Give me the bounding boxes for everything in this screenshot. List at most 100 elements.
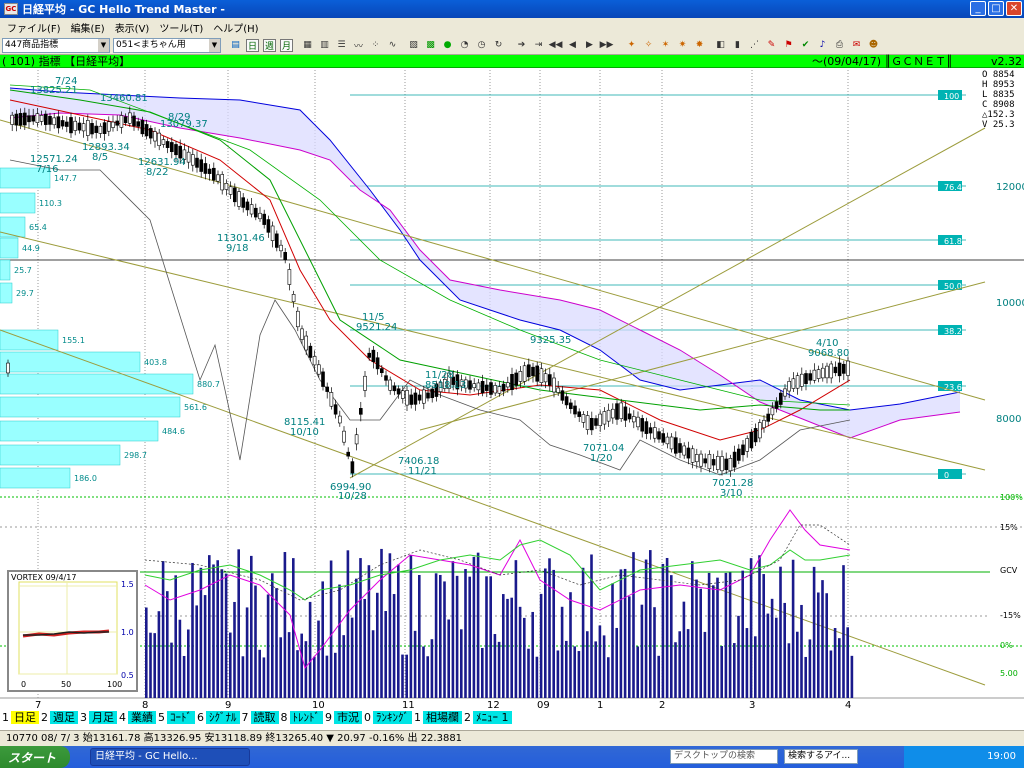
print-icon[interactable]: ⎙: [833, 39, 846, 52]
candle-body: [233, 187, 237, 203]
chevron-down-icon[interactable]: ▼: [98, 38, 109, 52]
fkey-1[interactable]: 2 週足: [39, 711, 78, 724]
volume-bar: [808, 639, 812, 698]
globe-icon[interactable]: ●: [441, 39, 454, 52]
volume-bar: [266, 594, 270, 698]
ohlc-close: C 8908: [982, 100, 1015, 110]
minimize-button[interactable]: _: [970, 1, 986, 16]
volume-bar: [208, 555, 211, 698]
period-monthly-button[interactable]: 月: [280, 38, 293, 52]
fkey-10[interactable]: 1 相場欄: [412, 711, 462, 724]
bars-icon[interactable]: ▮: [731, 39, 744, 52]
month-label: 2: [659, 700, 665, 708]
book-icon[interactable]: ▦: [301, 39, 314, 52]
volume-bar: [145, 607, 148, 698]
last-icon[interactable]: ▶▶: [600, 39, 614, 52]
maximize-button[interactable]: □: [988, 1, 1004, 16]
gauge-icon[interactable]: ◔: [458, 39, 471, 52]
magic-icon[interactable]: ✦: [625, 39, 638, 52]
candle-body: [254, 207, 258, 218]
fib-level-tag: [938, 469, 962, 479]
start-button[interactable]: スタート: [0, 746, 70, 768]
pin-icon[interactable]: ✎: [765, 39, 778, 52]
arrow-right-icon[interactable]: ➔: [515, 39, 528, 52]
candle-body: [631, 416, 636, 423]
doc-icon[interactable]: ▧: [407, 39, 420, 52]
line-chart-icon[interactable]: 〰: [352, 39, 365, 52]
menu-view[interactable]: 表示(V): [110, 20, 155, 35]
menu-edit[interactable]: 編集(E): [66, 20, 110, 35]
star-icon[interactable]: ✧: [642, 39, 655, 52]
table-icon[interactable]: ▥: [318, 39, 331, 52]
taskbar-app-button[interactable]: 日経平均 - GC Hello...: [90, 748, 250, 766]
flag-icon[interactable]: ⚑: [782, 39, 795, 52]
volume-bar: [338, 584, 341, 698]
list-icon[interactable]: ☰: [335, 39, 348, 52]
month-label: 9: [225, 700, 231, 708]
vortex-panel[interactable]: VORTEX 09/4/17 1.5 1.0 0.5 0 50 100: [7, 570, 138, 692]
fkey-label: 日足: [11, 711, 39, 724]
fkey-9[interactable]: 0 ﾗﾝｷﾝｸﾞ: [362, 711, 412, 724]
fkey-5[interactable]: 6 ｼｸﾞﾅﾙ: [195, 711, 240, 724]
volume-bar: [506, 598, 509, 698]
fkey-0[interactable]: 1 日足: [0, 711, 39, 724]
check-icon[interactable]: ✔: [799, 39, 812, 52]
fkey-number: 5: [158, 711, 165, 724]
burst-icon[interactable]: ✸: [693, 39, 706, 52]
period-weekly-button[interactable]: 週: [263, 38, 276, 52]
next-icon[interactable]: ▶: [583, 39, 596, 52]
chevron-down-icon[interactable]: ▼: [209, 38, 220, 52]
spark-icon[interactable]: ⋰: [748, 39, 761, 52]
menu-tools[interactable]: ツール(T): [154, 20, 208, 35]
arrow-step-icon[interactable]: ⇥: [532, 39, 545, 52]
user-icon[interactable]: ☻: [867, 39, 880, 52]
fkey-2[interactable]: 3 月足: [78, 711, 117, 724]
desktop-search-input[interactable]: デスクトップの検索: [670, 749, 778, 764]
scatter-icon[interactable]: ⁘: [369, 39, 382, 52]
category-select[interactable]: 447商品指標 ▼: [2, 37, 110, 53]
wave-icon[interactable]: ∿: [386, 39, 399, 52]
sparkle-icon[interactable]: ✶: [659, 39, 672, 52]
fkey-8[interactable]: 9 市況: [323, 711, 362, 724]
clock-icon[interactable]: ◷: [475, 39, 488, 52]
web-search-input[interactable]: 検索するアイ...: [784, 749, 858, 764]
candle-body: [98, 125, 103, 134]
volume-bar: [749, 558, 753, 698]
palette-icon[interactable]: ◧: [714, 39, 727, 52]
fkey-3[interactable]: 4 業績: [117, 711, 156, 724]
prev-icon[interactable]: ◀: [566, 39, 579, 52]
flare-icon[interactable]: ✷: [676, 39, 689, 52]
sync-icon[interactable]: ↻: [492, 39, 505, 52]
volume-bar: [762, 574, 765, 698]
layout-select[interactable]: 051<まちゃん用 ▼: [113, 37, 221, 53]
fkey-11[interactable]: 2 ﾒﾆｭｰ 1: [462, 711, 512, 724]
candle-body: [69, 117, 73, 134]
volume-bar: [598, 625, 602, 698]
first-icon[interactable]: ◀◀: [549, 39, 563, 52]
volume-bar: [342, 635, 345, 698]
memo-icon[interactable]: ✉: [850, 39, 863, 52]
candle-body: [694, 454, 699, 463]
main-chart[interactable]: 7 8 9 10 11 12 09 1 2 3 410076.461.850.038.223.601…: [0, 68, 1024, 708]
candle-body: [720, 456, 724, 472]
fkey-number: 7: [241, 711, 249, 724]
candle-body: [829, 363, 834, 379]
fkey-4[interactable]: 5 ｺｰﾄﾞ: [156, 711, 195, 724]
fkey-6[interactable]: 7 読取: [240, 711, 279, 724]
candle-body: [526, 364, 531, 378]
volume-bar: [581, 567, 585, 698]
month-label: 10: [312, 700, 325, 708]
volume-bar: [481, 647, 484, 698]
fkey-number: 2: [464, 711, 471, 724]
menu-file[interactable]: ファイル(F): [2, 20, 66, 35]
fkey-7[interactable]: 8 ﾄﾚﾝﾄﾞ: [279, 711, 323, 724]
volume-bar: [787, 643, 791, 698]
bell-icon[interactable]: ♪: [816, 39, 829, 52]
menu-help[interactable]: ヘルプ(H): [208, 20, 263, 35]
volume-profile-bar: [0, 373, 194, 395]
grid-icon[interactable]: ▤: [229, 39, 242, 52]
candle-body: [547, 374, 552, 386]
close-button[interactable]: ✕: [1006, 1, 1022, 16]
chart-green-icon[interactable]: ▩: [424, 39, 437, 52]
period-daily-button[interactable]: 日: [246, 38, 259, 52]
